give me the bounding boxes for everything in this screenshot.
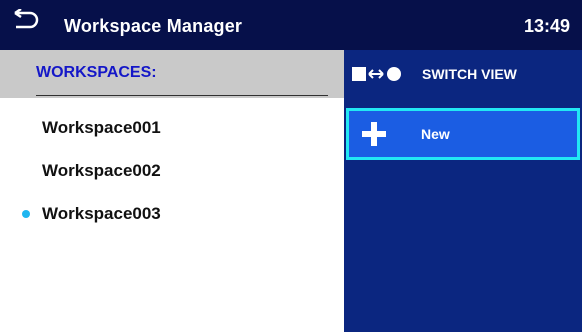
page-title: Workspace Manager [64, 16, 243, 36]
plus-icon [362, 122, 386, 146]
workspace-name: Workspace002 [42, 161, 161, 180]
workspace-name: Workspace001 [42, 118, 161, 137]
list-item[interactable]: Workspace003 [0, 194, 344, 234]
switch-view-icon [352, 67, 401, 81]
active-workspace-indicator [22, 210, 30, 218]
workspace-list: WORKSPACES: Workspace001 Workspace002 Wo… [0, 50, 344, 332]
workspace-name: Workspace003 [42, 204, 161, 223]
new-workspace-button[interactable]: New [346, 108, 580, 160]
new-label: New [421, 126, 450, 142]
list-header: WORKSPACES: [0, 50, 344, 98]
back-arrow-icon[interactable] [12, 9, 40, 35]
clock: 13:49 [523, 16, 570, 36]
title-bar: Workspace Manager 13:49 [0, 0, 582, 50]
list-item[interactable]: Workspace001 [0, 108, 344, 148]
workspaces-heading: WORKSPACES: [36, 50, 328, 96]
switch-view-button[interactable]: SWITCH VIEW [344, 50, 582, 98]
switch-view-label: SWITCH VIEW [422, 66, 517, 82]
list-item[interactable]: Workspace002 [0, 151, 344, 191]
action-panel: SWITCH VIEW New [344, 50, 582, 332]
